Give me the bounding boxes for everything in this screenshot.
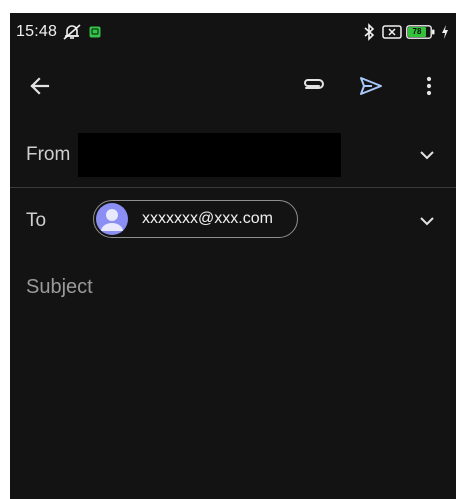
from-account-redacted [78, 133, 341, 177]
send-icon [360, 77, 382, 95]
app-notification-icon [89, 25, 101, 43]
compose-screen: 15:48 78 From To xxxxxxx@xxx.com Subject [10, 13, 456, 499]
status-time: 15:48 [16, 23, 58, 40]
send-button[interactable] [353, 68, 389, 104]
recipient-email: xxxxxxx@xxx.com [142, 210, 273, 227]
charging-icon [440, 24, 450, 45]
chevron-down-icon[interactable] [415, 209, 439, 233]
more-vert-icon [426, 76, 432, 96]
mute-icon [62, 24, 82, 45]
battery-level: 78 [408, 27, 426, 37]
no-sim-icon [382, 25, 402, 44]
attach-icon [304, 79, 324, 89]
chevron-down-icon[interactable] [415, 143, 439, 167]
recipient-chip[interactable]: xxxxxxx@xxx.com [93, 200, 298, 238]
from-field-row[interactable]: From [10, 131, 456, 188]
compose-toolbar [10, 58, 456, 114]
bluetooth-icon [363, 23, 375, 46]
status-bar: 15:48 78 [10, 13, 456, 51]
subject-input[interactable]: Subject [26, 276, 93, 299]
back-button[interactable] [22, 68, 58, 104]
from-label: From [26, 144, 71, 165]
attach-button[interactable] [296, 68, 332, 104]
avatar [96, 203, 128, 235]
to-label: To [26, 210, 47, 231]
back-arrow-icon [30, 77, 50, 95]
battery-icon: 78 [406, 25, 436, 39]
more-options-button[interactable] [411, 68, 447, 104]
person-icon [101, 209, 123, 231]
to-field-row[interactable]: To xxxxxxx@xxx.com [10, 193, 456, 253]
